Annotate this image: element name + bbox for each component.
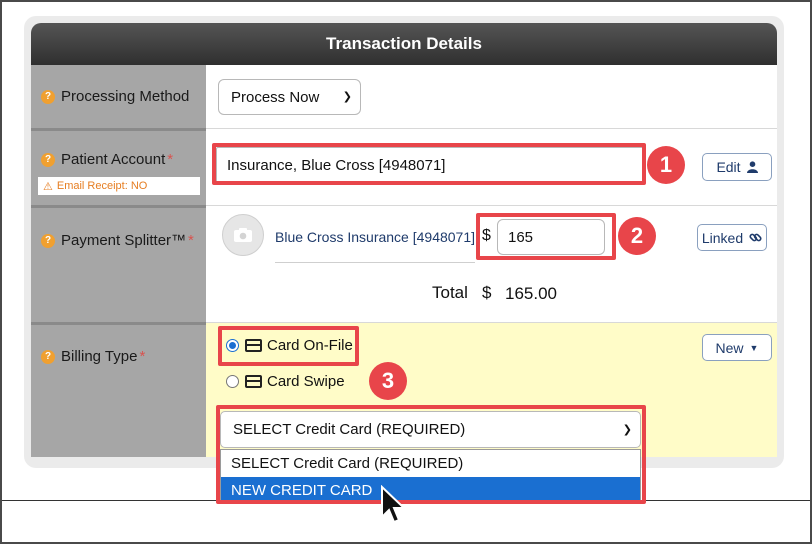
total-label: Total (432, 283, 468, 302)
radio-card-swipe[interactable]: Card Swipe (226, 373, 345, 390)
splitter-row-divider (275, 262, 475, 263)
processing-method-label-cell: ? Processing Method (31, 65, 206, 128)
user-icon (746, 161, 758, 173)
email-receipt-badge[interactable]: ⚠ Email Receipt: NO (38, 177, 200, 195)
billing-type-label: ? Billing Type * (41, 348, 145, 365)
annotation-box-dropdown (216, 405, 646, 504)
payment-splitter-label: ? Payment Splitter™ * (41, 232, 194, 249)
help-icon[interactable]: ? (41, 349, 55, 364)
annotation-box-3 (218, 326, 359, 366)
patient-account-label: ? Patient Account * (41, 151, 206, 168)
credit-card-icon (245, 375, 262, 388)
help-icon[interactable]: ? (41, 233, 55, 248)
billing-type-label-cell: ? Billing Type * (31, 322, 206, 457)
link-icon (749, 233, 762, 242)
warning-icon: ⚠ (43, 180, 53, 193)
annotation-badge-1: 1 (647, 146, 685, 184)
help-icon[interactable]: ? (41, 152, 55, 167)
help-icon[interactable]: ? (41, 89, 55, 104)
annotation-box-2 (476, 213, 616, 260)
caret-down-icon: ▼ (749, 342, 759, 353)
payment-splitter-label-cell: ? Payment Splitter™ * (31, 205, 206, 322)
patient-account-label-cell: ? Patient Account * ⚠ Email Receipt: NO (31, 128, 206, 205)
camera-icon (222, 214, 264, 256)
edit-patient-button[interactable]: Edit (702, 153, 772, 181)
annotation-box-1 (212, 143, 646, 185)
linked-button[interactable]: Linked (697, 224, 767, 251)
mouse-cursor-icon (381, 485, 407, 524)
processing-method-select[interactable]: Process Now ❯ (218, 79, 361, 115)
annotation-badge-3: 3 (369, 362, 407, 400)
panel-title: Transaction Details (326, 34, 482, 53)
total-value: 165.00 (505, 284, 557, 303)
chevron-down-icon: ❯ (342, 91, 352, 103)
total-currency: $ (482, 283, 492, 302)
annotation-badge-2: 2 (618, 217, 656, 255)
panel-header: Transaction Details (31, 23, 777, 65)
processing-method-label: ? Processing Method (41, 88, 189, 105)
splitter-account-link[interactable]: Blue Cross Insurance [4948071] (275, 229, 475, 245)
radio-button[interactable] (226, 375, 239, 388)
new-card-dropdown-button[interactable]: New ▼ (702, 334, 772, 361)
